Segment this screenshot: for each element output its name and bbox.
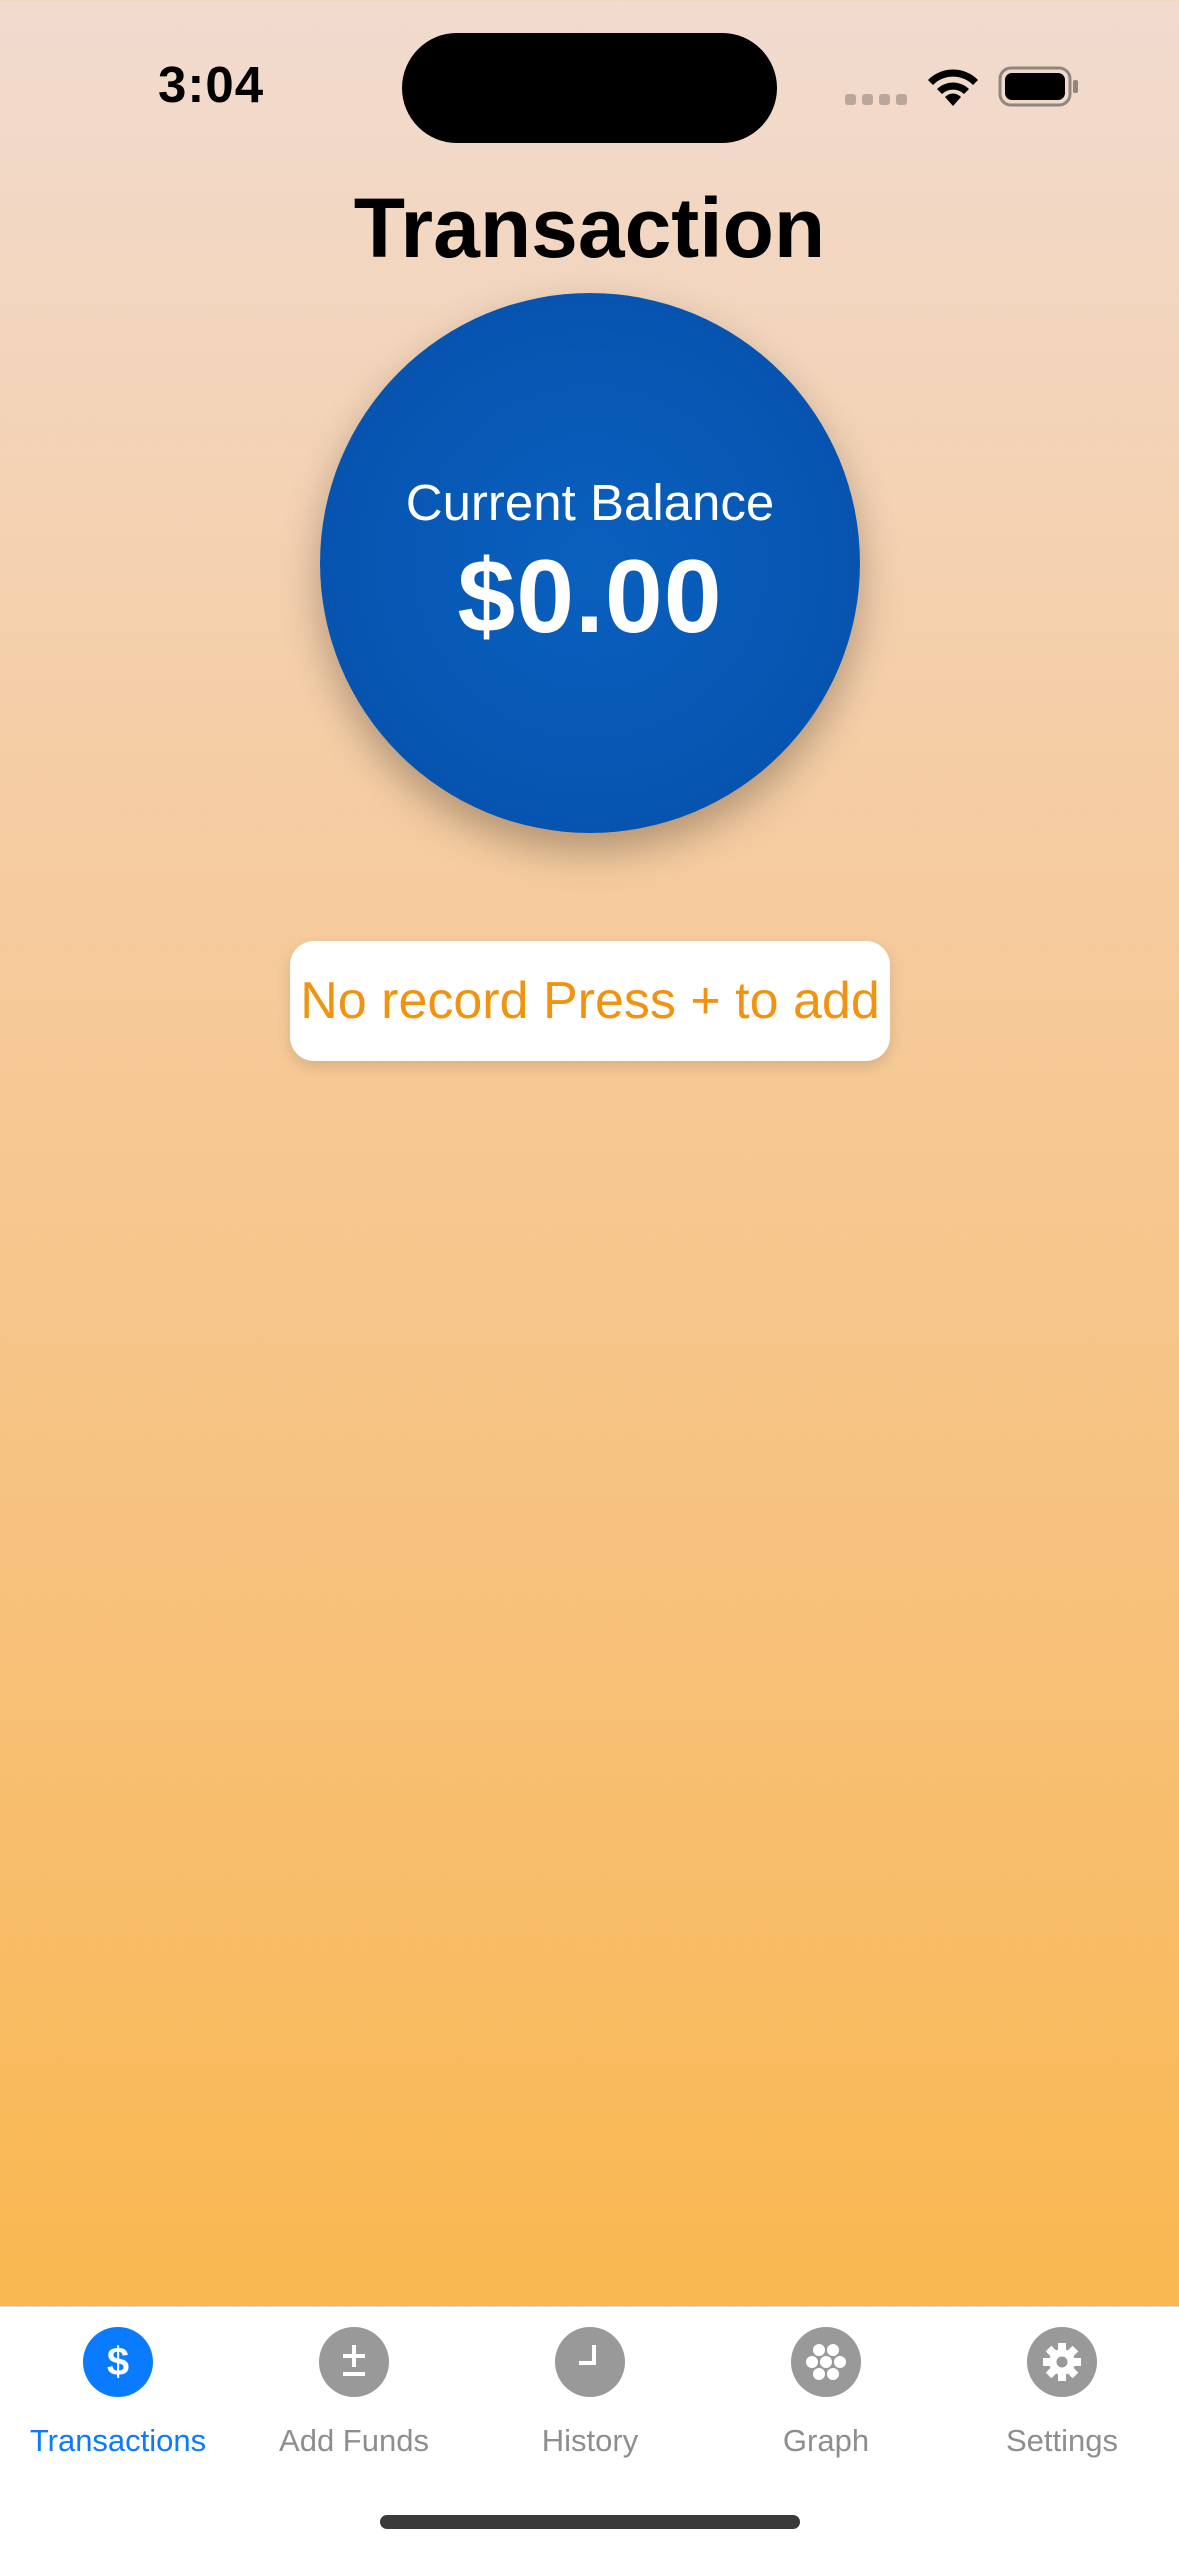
dollar-icon: $ (83, 2327, 153, 2397)
dots-icon (791, 2327, 861, 2397)
dynamic-island (402, 33, 777, 143)
status-time: 3:04 (158, 56, 265, 113)
tab-label: History (541, 2423, 639, 2458)
wifi-icon (928, 69, 978, 106)
clock-icon (555, 2327, 625, 2397)
balance-circle: Current Balance $0.00 (320, 293, 860, 833)
cellular-signal-icon (845, 94, 907, 105)
gear-icon (1027, 2327, 1097, 2397)
tab-label: Settings (1005, 2423, 1118, 2458)
balance-amount: $0.00 (457, 539, 723, 655)
balance-label: Current Balance (405, 474, 775, 531)
empty-state-card: No record Press + to add (290, 941, 890, 1061)
plus-minus-icon (319, 2327, 389, 2397)
empty-state-message: No record Press + to add (300, 972, 880, 1030)
tab-transactions[interactable]: $ Transactions (0, 2327, 236, 2477)
page-title: Transaction (353, 181, 826, 275)
tab-add-funds[interactable]: Add Funds (236, 2327, 472, 2477)
tab-history[interactable]: History (472, 2327, 708, 2477)
svg-text:$: $ (107, 2340, 129, 2384)
home-indicator[interactable] (380, 2515, 800, 2529)
tab-label: Add Funds (279, 2423, 429, 2458)
tab-graph[interactable]: Graph (708, 2327, 944, 2477)
tab-settings[interactable]: Settings (944, 2327, 1179, 2477)
tab-label: Graph (782, 2423, 870, 2458)
battery-icon (998, 66, 1078, 107)
tab-label: Transactions (29, 2423, 207, 2458)
